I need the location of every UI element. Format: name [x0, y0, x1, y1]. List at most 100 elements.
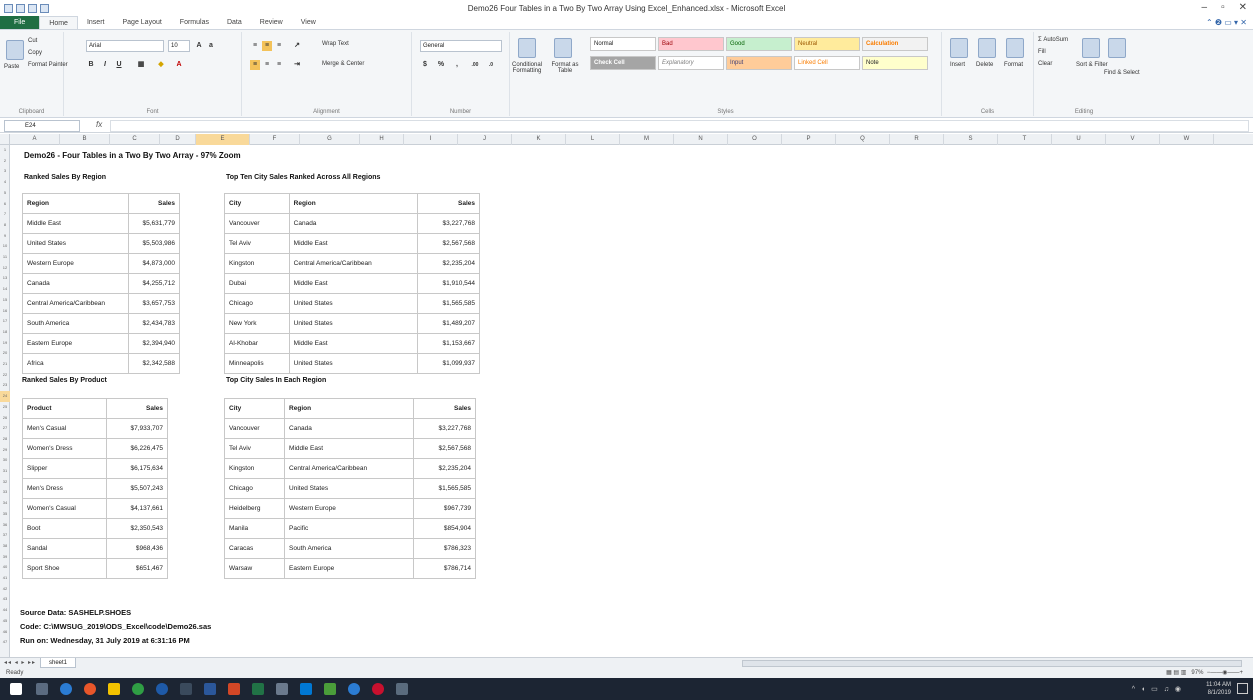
table-cell[interactable]: Dubai: [224, 273, 290, 294]
table-cell[interactable]: $3,227,768: [413, 418, 476, 439]
task-view-icon[interactable]: [36, 683, 48, 695]
table-cell[interactable]: Central America/Caribbean: [21, 293, 130, 314]
table-cell[interactable]: $7,933,707: [106, 418, 168, 439]
column-header-u[interactable]: U: [1052, 134, 1106, 145]
help-icon[interactable]: ⌃ ❷ ▭ ▾ ✕: [1206, 18, 1247, 27]
row-header[interactable]: 34: [0, 498, 10, 509]
column-header-o[interactable]: O: [728, 134, 782, 145]
row-header[interactable]: 2: [0, 156, 10, 167]
table-cell[interactable]: $968,436: [106, 538, 168, 559]
tab-formulas[interactable]: Formulas: [171, 16, 218, 29]
table-cell[interactable]: $6,226,475: [106, 438, 168, 459]
row-header[interactable]: 10: [0, 241, 10, 252]
column-header-w[interactable]: W: [1160, 134, 1214, 145]
row-header[interactable]: 15: [0, 295, 10, 306]
row-header[interactable]: 20: [0, 348, 10, 359]
table-cell[interactable]: United States: [288, 313, 419, 334]
table-cell[interactable]: Tel Aviv: [223, 438, 286, 459]
row-header[interactable]: 47: [0, 637, 10, 648]
paste-icon[interactable]: [6, 40, 24, 60]
row-header[interactable]: 38: [0, 541, 10, 552]
percent-icon[interactable]: %: [436, 60, 446, 70]
align-bottom-icon[interactable]: ≡: [274, 41, 284, 51]
table-cell[interactable]: Middle East: [288, 233, 419, 254]
table-cell[interactable]: $3,227,768: [417, 213, 480, 234]
row-header[interactable]: 13: [0, 273, 10, 284]
column-header-j[interactable]: J: [458, 134, 512, 145]
table-cell[interactable]: Middle East: [288, 333, 419, 354]
currency-icon[interactable]: $: [420, 60, 430, 70]
fill-button[interactable]: Fill: [1038, 49, 1046, 55]
tab-home[interactable]: Home: [39, 16, 78, 29]
horizontal-scrollbar[interactable]: [742, 660, 1242, 667]
table-cell[interactable]: $786,714: [413, 558, 476, 579]
table-cell[interactable]: Vancouver: [224, 213, 290, 234]
column-header-c[interactable]: C: [110, 134, 160, 145]
table-cell[interactable]: Heidelberg: [223, 498, 286, 519]
align-center-icon[interactable]: ≡: [262, 60, 272, 70]
table-cell[interactable]: $2,235,204: [413, 458, 476, 479]
excel-icon[interactable]: [4, 3, 13, 13]
row-header[interactable]: 26: [0, 413, 10, 424]
tab-view[interactable]: View: [292, 16, 325, 29]
borders-icon[interactable]: ▦: [136, 60, 146, 70]
column-header-m[interactable]: M: [620, 134, 674, 145]
row-header[interactable]: 27: [0, 423, 10, 434]
column-header-l[interactable]: L: [566, 134, 620, 145]
font-name-select[interactable]: Arial: [86, 40, 164, 52]
column-header-p[interactable]: P: [782, 134, 836, 145]
column-header-q[interactable]: Q: [836, 134, 890, 145]
worksheet-grid[interactable]: 1 2 3 4 5 6 7 8 9 10 11 12 13 14 15 16 17 18 19 20 21 22 23 24 2…: [0, 145, 1253, 657]
table-cell[interactable]: Manila: [223, 518, 286, 539]
table-cell[interactable]: $2,434,783: [128, 313, 180, 334]
tab-page-layout[interactable]: Page Layout: [113, 16, 170, 29]
sort-filter-icon[interactable]: [1082, 38, 1100, 58]
column-header-r[interactable]: R: [890, 134, 944, 145]
sort-filter-button[interactable]: Sort & Filter: [1076, 62, 1108, 68]
style-calculation[interactable]: Calculation: [862, 37, 928, 51]
row-header[interactable]: 44: [0, 605, 10, 616]
app-icon-3[interactable]: [276, 683, 288, 695]
column-header-e[interactable]: E: [196, 134, 250, 145]
column-header-g[interactable]: G: [300, 134, 360, 145]
app-icon-1[interactable]: [156, 683, 168, 695]
italic-button[interactable]: I: [100, 60, 110, 70]
table-cell[interactable]: Vancouver: [223, 418, 286, 439]
underline-button[interactable]: U: [114, 60, 124, 70]
font-size-select[interactable]: 10: [168, 40, 190, 52]
fx-icon[interactable]: fx: [96, 120, 102, 129]
table-cell[interactable]: South America: [284, 538, 415, 559]
table-cell[interactable]: Men's Dress: [21, 478, 108, 499]
table-cell[interactable]: $2,235,204: [417, 253, 480, 274]
table-cell[interactable]: $1,565,585: [417, 293, 480, 314]
table-cell[interactable]: $2,342,588: [128, 353, 180, 374]
undo-icon[interactable]: [28, 3, 37, 13]
fill-color-icon[interactable]: ◆: [156, 60, 166, 70]
table-cell[interactable]: $1,489,207: [417, 313, 480, 334]
outlook-icon[interactable]: [300, 683, 312, 695]
table-cell[interactable]: Canada: [21, 273, 130, 294]
file-explorer-icon[interactable]: [108, 683, 120, 695]
column-header-t[interactable]: T: [998, 134, 1052, 145]
row-header[interactable]: 1: [0, 145, 10, 156]
align-left-icon[interactable]: ≡: [250, 60, 260, 70]
wrap-text-button[interactable]: Wrap Text: [322, 41, 349, 47]
table-cell[interactable]: $1,910,544: [417, 273, 480, 294]
grow-font-icon[interactable]: A: [194, 41, 204, 51]
row-header[interactable]: 33: [0, 487, 10, 498]
column-header-k[interactable]: K: [512, 134, 566, 145]
table-cell[interactable]: New York: [224, 313, 290, 334]
system-tray-icons[interactable]: ^ ◖ ▭ ♫ ◉: [1132, 685, 1183, 693]
table-cell[interactable]: Canada: [288, 213, 419, 234]
number-format-select[interactable]: General: [420, 40, 502, 52]
table-cell[interactable]: $6,175,634: [106, 458, 168, 479]
row-header[interactable]: 11: [0, 252, 10, 263]
maximize-icon[interactable]: ▫: [1221, 2, 1225, 13]
style-input[interactable]: Input: [726, 56, 792, 70]
row-header[interactable]: 35: [0, 509, 10, 520]
table-cell[interactable]: Chicago: [224, 293, 290, 314]
table-cell[interactable]: $2,350,543: [106, 518, 168, 539]
table-cell[interactable]: Sport Shoe: [21, 558, 108, 579]
row-header[interactable]: 19: [0, 338, 10, 349]
tab-review[interactable]: Review: [251, 16, 292, 29]
